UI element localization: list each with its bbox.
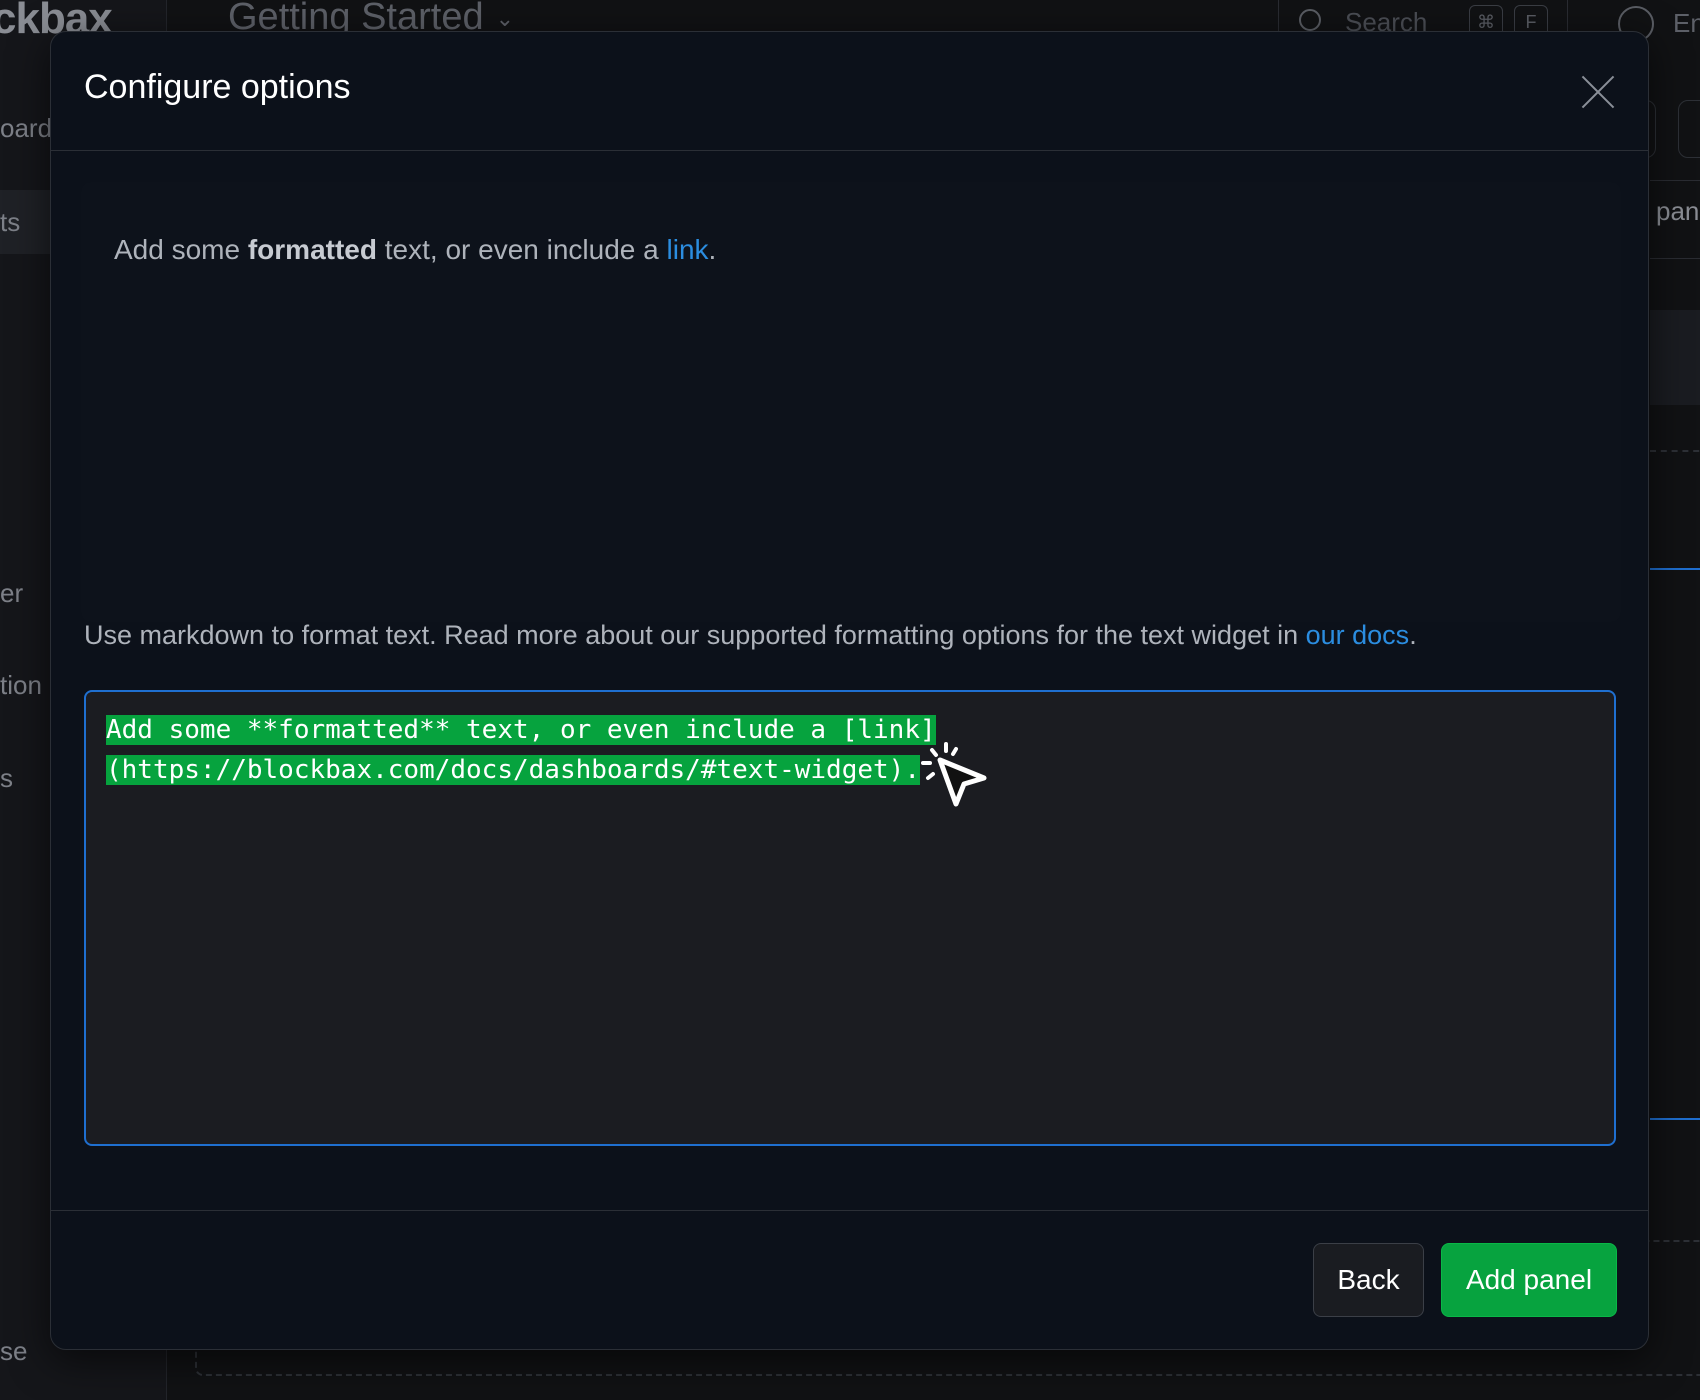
footer-divider [51,1210,1648,1211]
markdown-editor[interactable]: Add some **formatted** text, or even inc… [84,690,1616,1146]
preview-bold-text: formatted [247,234,377,265]
divider [1650,180,1700,181]
docs-link[interactable]: our docs [1306,620,1410,650]
preview-link[interactable]: link [667,234,709,265]
dashed-divider [1650,450,1700,545]
selected-text-line-1: Add some **formatted** text, or even inc… [106,715,936,745]
sidebar-item-collapse[interactable]: se [0,1336,27,1367]
toolbar-button[interactable] [1678,100,1700,158]
sidebar-item-notification[interactable]: tion [0,670,42,701]
close-icon[interactable] [1578,72,1618,112]
sidebar-item-dashboard[interactable]: oard [0,113,52,144]
user-label: En [1673,8,1700,38]
background-panel [1650,310,1700,405]
preview-text-middle: text, or even include a [376,234,667,265]
divider [1650,258,1700,259]
search-icon [1299,9,1321,31]
configure-options-modal: Configure options Add some formatted tex… [50,31,1649,1350]
help-text-end: . [1409,620,1417,650]
help-text-body: Use markdown to format text. Read more a… [84,620,1306,650]
chevron-down-icon: ⌄ [495,5,515,31]
selected-text-line-2: (https://blockbax.com/docs/dashboards/#t… [106,755,920,785]
click-cursor-icon [921,742,987,807]
sidebar-item-settings[interactable]: s [0,763,13,794]
preview-text-start: Add some [114,234,248,265]
divider [1650,1118,1700,1120]
preview-text-end: . [708,234,717,265]
panel-label: pan [1656,196,1700,226]
modal-title: Configure options [84,68,351,106]
back-button[interactable]: Back [1313,1243,1424,1317]
editor-content[interactable]: Add some **formatted** text, or even inc… [106,710,951,790]
sidebar-item-filter[interactable]: er [0,578,23,609]
add-panel-button[interactable]: Add panel [1441,1243,1617,1317]
preview-text: Add some formatted text, or even include… [114,234,716,266]
modal-header: Configure options [51,32,1648,151]
text-widget-preview: Add some formatted text, or even include… [81,182,1621,622]
markdown-help-text: Use markdown to format text. Read more a… [84,620,1417,651]
divider [1650,568,1700,570]
